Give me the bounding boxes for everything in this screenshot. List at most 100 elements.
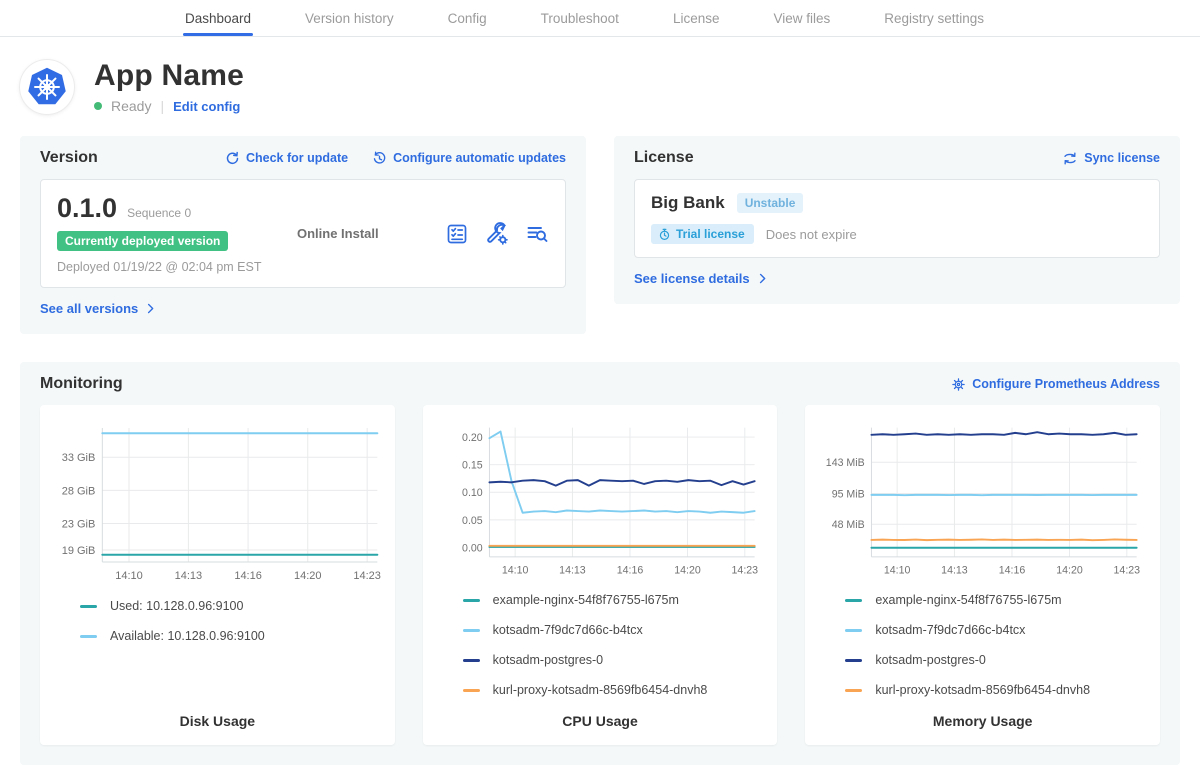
legend-dash-icon [80,635,97,638]
legend-item: kotsadm-postgres-0 [845,653,1148,667]
legend-label: kurl-proxy-kotsadm-8569fb6454-dnvh8 [493,683,708,697]
svg-text:14:23: 14:23 [731,564,758,576]
legend-label: kurl-proxy-kotsadm-8569fb6454-dnvh8 [875,683,1090,697]
legend-dash-icon [845,599,862,602]
legend-dash-icon [463,629,480,632]
check-for-update-button[interactable]: Check for update [225,151,348,166]
sync-license-button[interactable]: Sync license [1062,151,1160,166]
install-type-label: Online Install [297,226,445,241]
preflight-checks-icon [445,222,469,246]
config-values-icon [485,222,509,246]
svg-text:23 GiB: 23 GiB [62,519,96,531]
svg-text:19 GiB: 19 GiB [62,545,96,557]
chart-title: Disk Usage [52,713,383,729]
svg-text:14:20: 14:20 [1057,564,1084,576]
license-card-title: License [634,149,694,167]
disk-usage-legend: Used: 10.128.0.96:9100Available: 10.128.… [80,599,383,659]
svg-text:14:23: 14:23 [1114,564,1141,576]
version-card: Version Check for update [20,136,586,334]
chevron-right-icon [144,302,157,315]
chart-card-disk-usage: 14:1014:1314:1614:2014:2319 GiB23 GiB28 … [40,405,395,745]
tab-version-history[interactable]: Version history [305,0,394,36]
svg-text:95 MiB: 95 MiB [832,488,865,500]
legend-dash-icon [463,599,480,602]
svg-text:14:23: 14:23 [353,570,381,582]
legend-item: kotsadm-7f9dc7d66c-b4tcx [845,623,1148,637]
legend-item: example-nginx-54f8f76755-l675m [463,593,766,607]
svg-text:28 GiB: 28 GiB [62,485,96,497]
svg-text:14:13: 14:13 [175,570,203,582]
top-nav: Dashboard Version history Config Troublesho… [0,0,1200,37]
svg-text:0.00: 0.00 [462,542,483,554]
page-content: App Name Ready | Edit config Version [0,37,1200,765]
clock-update-icon [372,151,387,166]
legend-label: kotsadm-postgres-0 [875,653,985,667]
svg-text:0.10: 0.10 [462,487,483,499]
preflight-checks-button[interactable] [445,222,469,246]
svg-text:14:16: 14:16 [616,564,643,576]
tab-view-files[interactable]: View files [773,0,830,36]
channel-badge: Unstable [737,193,804,213]
legend-item: kurl-proxy-kotsadm-8569fb6454-dnvh8 [463,683,766,697]
config-values-button[interactable] [485,222,509,246]
divider: | [160,98,164,114]
svg-text:143 MiB: 143 MiB [826,457,865,469]
view-logs-button[interactable] [525,222,549,246]
tab-troubleshoot[interactable]: Troubleshoot [541,0,619,36]
tab-license[interactable]: License [673,0,720,36]
configure-automatic-updates-button[interactable]: Configure automatic updates [372,151,566,166]
svg-text:14:13: 14:13 [559,564,586,576]
svg-text:0.20: 0.20 [462,432,483,444]
kubernetes-logo [27,67,67,107]
license-card: License Sync license Big Bank Unstable [614,136,1180,304]
legend-label: kotsadm-7f9dc7d66c-b4tcx [875,623,1025,637]
tab-dashboard[interactable]: Dashboard [185,0,251,36]
app-avatar [20,60,74,114]
legend-dash-icon [80,605,97,608]
configure-prometheus-button[interactable]: Configure Prometheus Address [951,377,1160,392]
chart-card-memory-usage: 14:10 14:13 14:16 14:20 14:23 48 MiB 95 MiB 143… [805,405,1160,745]
page-title: App Name [94,59,244,93]
chart-card-cpu-usage: 14:1014:1314:1614:2014:230.000.050.100.1… [423,405,778,745]
legend-label: Used: 10.128.0.96:9100 [110,599,243,613]
legend-dash-icon [463,689,480,692]
legend-dash-icon [845,659,862,662]
svg-text:14:16: 14:16 [999,564,1026,576]
legend-dash-icon [463,659,480,662]
svg-text:48 MiB: 48 MiB [832,519,865,531]
version-card-title: Version [40,149,98,167]
charts-row: 14:10 14:13 14:16 14:20 14:23 19 GiB 23 GiB 28 … [40,405,1160,745]
license-type-badge: Trial license [651,224,754,244]
svg-text:33 GiB: 33 GiB [62,452,96,464]
svg-text:14:13: 14:13 [942,564,969,576]
legend-item: example-nginx-54f8f76755-l675m [845,593,1148,607]
legend-item: kotsadm-postgres-0 [463,653,766,667]
cpu-usage-legend: example-nginx-54f8f76755-l675mkotsadm-7f… [463,593,766,713]
license-expiry: Does not expire [766,227,857,242]
legend-label: example-nginx-54f8f76755-l675m [875,593,1061,607]
svg-text:14:10: 14:10 [884,564,911,576]
tab-registry-settings[interactable]: Registry settings [884,0,984,36]
chevron-right-icon [756,272,769,285]
svg-text:14:16: 14:16 [234,570,262,582]
svg-text:0.15: 0.15 [462,460,483,472]
customer-name: Big Bank [651,193,725,213]
edit-config-link[interactable]: Edit config [173,99,240,114]
sync-arrows-icon [1062,151,1078,166]
see-license-details-link[interactable]: See license details [634,271,769,286]
legend-label: example-nginx-54f8f76755-l675m [493,593,679,607]
status-label: Ready [111,98,151,114]
disk-usage-plot: 14:1014:1314:1614:2014:2319 GiB23 GiB28 … [52,419,383,587]
legend-dash-icon [845,629,862,632]
legend-dash-icon [845,689,862,692]
version-sequence: Sequence 0 [127,206,191,220]
legend-label: kotsadm-postgres-0 [493,653,603,667]
tab-config[interactable]: Config [448,0,487,36]
license-box: Big Bank Unstable Trial license Does not… [634,179,1160,258]
gear-icon [951,377,966,392]
see-all-versions-link[interactable]: See all versions [40,301,157,316]
deployed-badge: Currently deployed version [57,231,228,251]
app-header: App Name Ready | Edit config [20,59,1180,114]
status-dot-icon [94,102,102,110]
refresh-icon [225,151,240,166]
